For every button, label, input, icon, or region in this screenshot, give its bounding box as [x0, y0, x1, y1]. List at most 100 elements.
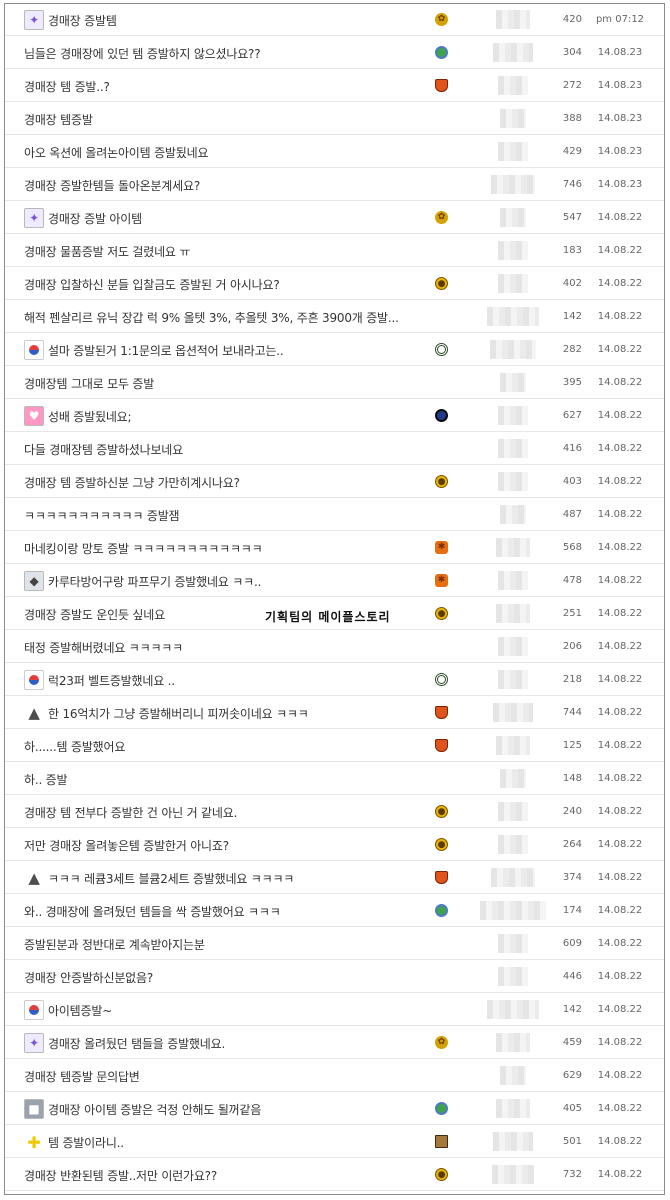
post-title-link[interactable]: 경매장 템 전부다 증발한 건 아닌 거 같네요. — [24, 796, 444, 828]
post-title-link[interactable]: ■ 경매장 아이템 증발은 걱정 안해도 될꺼같음 — [24, 1093, 444, 1125]
post-date: 14.08.22 — [597, 311, 643, 322]
author-name-blurred[interactable] — [500, 769, 526, 788]
author-name-blurred[interactable] — [498, 406, 528, 425]
post-title-link[interactable]: 하.. 증발 — [24, 763, 444, 795]
author-name-blurred[interactable] — [500, 373, 526, 392]
post-title-link[interactable]: 님들은 경매장에 있던 템 증발하지 않으셨나요?? — [24, 37, 444, 69]
author-name-blurred[interactable] — [498, 241, 528, 260]
post-title-link[interactable]: ✦ 경매장 증발 아이템 — [24, 202, 444, 234]
post-title-link[interactable]: ▲ ㅋㅋㅋ 레큠3세트 블큠2세트 증발했네요 ㅋㅋㅋㅋ — [24, 862, 444, 894]
post-title-link[interactable]: 경매장 입찰하신 분들 입찰금도 증발된 거 아시나요? — [24, 268, 444, 300]
post-title-text: 하.. 증발 — [24, 772, 68, 787]
author-name-blurred[interactable] — [498, 637, 528, 656]
blue-level-icon — [435, 409, 448, 422]
post-title-text: 마네킹이랑 망토 증발 ㅋㅋㅋㅋㅋㅋㅋㅋㅋㅋㅋㅋ — [24, 541, 263, 556]
post-title-link[interactable]: 경매장 템 증발..? — [24, 70, 444, 102]
table-row: 럭23퍼 벨트증발했네요 .. 218 14.08.22 — [5, 664, 664, 696]
post-title-link[interactable]: 럭23퍼 벨트증발했네요 .. — [24, 664, 444, 696]
post-title-link[interactable]: 경매장 템증발 문의답변 — [24, 1060, 444, 1092]
flag-avatar-icon — [24, 670, 44, 690]
post-date: 14.08.22 — [597, 1037, 643, 1048]
author-name-blurred[interactable] — [498, 76, 528, 95]
post-date: 14.08.22 — [597, 443, 643, 454]
post-date: 14.08.22 — [597, 1136, 643, 1147]
gold-level-icon: ● — [435, 838, 448, 851]
author-name-blurred[interactable] — [500, 109, 526, 128]
author-name-blurred[interactable] — [498, 802, 528, 821]
post-date: 14.08.22 — [597, 773, 643, 784]
post-title-link[interactable]: 경매장 물품증발 저도 걸렸네요 ㅠ — [24, 235, 444, 267]
post-date: 14.08.22 — [597, 509, 643, 520]
author-name-blurred[interactable] — [498, 274, 528, 293]
table-row: ✦ 경매장 증발템 ✿ 420 pm 07:12 — [5, 4, 664, 36]
post-title-link[interactable]: 경매장 안증발하신분없음? — [24, 961, 444, 993]
post-title-text: 경매장 템 증발..? — [24, 79, 110, 94]
gold-level-icon: ● — [435, 277, 448, 290]
post-title-link[interactable]: ㅋㅋㅋㅋㅋㅋㅋㅋㅋㅋㅋ 증발잼 — [24, 499, 444, 531]
author-name-blurred[interactable] — [498, 472, 528, 491]
author-name-blurred[interactable] — [500, 505, 526, 524]
post-title-link[interactable]: ✦ 경매장 증발템 — [24, 4, 444, 36]
post-title-link[interactable]: 아오 옥션에 올려논아이템 증발됬네요 — [24, 136, 444, 168]
view-count: 568 — [562, 542, 582, 553]
post-title-link[interactable]: 경매장 템증발 — [24, 103, 444, 135]
author-name-blurred[interactable] — [498, 967, 528, 986]
post-title-link[interactable]: 다들 경매장템 증발하셨나보네요 — [24, 433, 444, 465]
post-title-link[interactable]: ◆ 카루타방어구랑 파프무기 증발했네요 ㅋㅋ.. — [24, 565, 444, 597]
post-title-link[interactable]: ✚ 템 증발이라니.. — [24, 1126, 444, 1158]
post-title-link[interactable]: 설마 증발된거 1:1문의로 옵션적어 보내라고는.. — [24, 334, 444, 366]
author-name-blurred[interactable] — [498, 142, 528, 161]
post-date: 14.08.22 — [597, 575, 643, 586]
author-name-blurred[interactable] — [498, 571, 528, 590]
view-count: 746 — [562, 179, 582, 190]
table-row: ✦ 경매장 올려뒀던 탬들을 증발했네요. ✿ 459 14.08.22 — [5, 1027, 664, 1059]
post-title-text: 경매장 증발도 운인듯 싶네요 — [24, 607, 165, 622]
post-title-link[interactable]: 증발된분과 정반대로 계속받아지는분 — [24, 928, 444, 960]
post-title-link[interactable]: 저만 경매장 올려놓은템 증발한거 아니죠? — [24, 829, 444, 861]
post-title-link[interactable]: ♥ 성배 증발됬네요; — [24, 400, 444, 432]
author-name-blurred[interactable] — [500, 1066, 526, 1085]
post-title-link[interactable]: 태정 증발해버렸네요 ㅋㅋㅋㅋㅋ — [24, 631, 444, 663]
post-date: 14.08.22 — [597, 839, 643, 850]
view-count: 148 — [562, 773, 582, 784]
view-count: 403 — [562, 476, 582, 487]
post-title-link[interactable]: ✦ 경매장 올려뒀던 탬들을 증발했네요. — [24, 1027, 444, 1059]
view-count: 374 — [562, 872, 582, 883]
post-title-link[interactable]: 마네킹이랑 망토 증발 ㅋㅋㅋㅋㅋㅋㅋㅋㅋㅋㅋㅋ — [24, 532, 444, 564]
post-date: 14.08.22 — [597, 410, 643, 421]
post-title-text: 경매장 템증발 — [24, 112, 93, 127]
view-count: 478 — [562, 575, 582, 586]
post-date: 14.08.22 — [597, 344, 643, 355]
post-title-link[interactable]: 경매장템 그대로 모두 증발 — [24, 367, 444, 399]
table-row: 경매장 템 전부다 증발한 건 아닌 거 같네요. ● 240 14.08.22 — [5, 796, 664, 828]
eye-level-icon — [435, 673, 448, 686]
post-title-link[interactable]: 하......템 증발했어요 — [24, 730, 444, 762]
author-name-blurred[interactable] — [498, 670, 528, 689]
post-date: 14.08.22 — [597, 707, 643, 718]
table-row: 마네킹이랑 망토 증발 ㅋㅋㅋㅋㅋㅋㅋㅋㅋㅋㅋㅋ ✱ 568 14.08.22 — [5, 532, 664, 564]
view-count: 388 — [562, 113, 582, 124]
post-title-text: ㅋㅋㅋ 레큠3세트 블큠2세트 증발했네요 ㅋㅋㅋㅋ — [48, 871, 295, 886]
post-title-link[interactable]: ▲ 한 16억치가 그냥 증발해버리니 피꺼솟이네요 ㅋㅋㅋ — [24, 697, 444, 729]
view-count: 744 — [562, 707, 582, 718]
post-title-link[interactable]: 아이템증발~ — [24, 994, 444, 1026]
author-name-blurred[interactable] — [498, 934, 528, 953]
post-title-link[interactable]: 해적 펜살리르 유닉 장갑 럭 9% 올텟 3%, 추올텟 3%, 주흔 390… — [24, 301, 444, 333]
post-title-link[interactable]: 경매장 템 증발하신분 그냥 가만히계시나요? — [24, 466, 444, 498]
post-title-link[interactable]: 와.. 경매장에 올려뒀던 템들을 싹 증발했어요 ㅋㅋㅋ — [24, 895, 444, 927]
post-title-text: 경매장 증발한템들 돌아온분계세요? — [24, 178, 200, 193]
globe-level-icon — [435, 1102, 448, 1115]
post-title-link[interactable]: 경매장 증발한템들 돌아온분계세요? — [24, 169, 444, 201]
post-date: 14.08.23 — [597, 80, 643, 91]
post-date: 14.08.23 — [597, 113, 643, 124]
author-name-blurred[interactable] — [500, 208, 526, 227]
table-row: ♥ 성배 증발됬네요; 627 14.08.22 — [5, 400, 664, 432]
table-row: 경매장 반환된템 증발..저만 이런가요?? ● 732 14.08.22 — [5, 1159, 664, 1191]
shield-level-icon — [435, 79, 448, 92]
author-name-blurred[interactable] — [498, 835, 528, 854]
post-title-link[interactable]: 경매장 반환된템 증발..저만 이런가요?? — [24, 1159, 444, 1191]
wizard-avatar-icon: ✦ — [24, 10, 44, 30]
view-count: 629 — [562, 1070, 582, 1081]
post-date: 14.08.22 — [597, 476, 643, 487]
author-name-blurred[interactable] — [498, 439, 528, 458]
